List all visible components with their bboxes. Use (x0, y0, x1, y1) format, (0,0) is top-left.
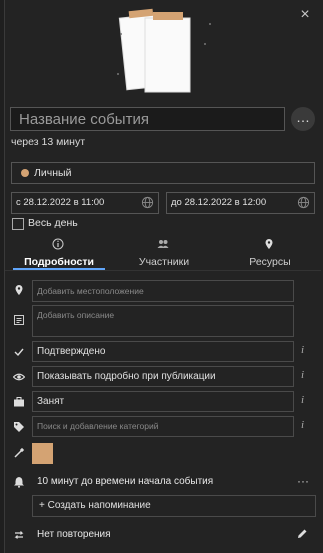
add-reminder-button[interactable]: + Создать напоминание (32, 495, 316, 517)
checkmark-icon (14, 348, 24, 357)
briefcase-icon (14, 397, 24, 407)
info-icon[interactable]: i (301, 344, 304, 356)
location-pin-icon (15, 285, 23, 295)
location-input[interactable]: Добавить местоположение (32, 280, 294, 302)
tag-icon (14, 422, 24, 432)
info-icon[interactable]: i (301, 394, 304, 406)
tabs-divider (5, 270, 321, 271)
end-datetime-text: до 28.12.2022 в 12:00 (171, 197, 267, 208)
globe-icon[interactable] (297, 196, 310, 209)
all-day-checkbox[interactable] (12, 218, 24, 230)
busy-status-select[interactable]: Занят (32, 391, 294, 412)
bell-icon (14, 477, 24, 488)
reminder-text: 10 минут до времени начала события (37, 476, 214, 487)
all-day-label: Весь день (28, 217, 78, 229)
repeat-text: Нет повторения (37, 529, 111, 540)
people-icon (157, 240, 169, 248)
tab-resources[interactable]: Ресурсы (224, 256, 316, 268)
calendar-name: Личный (34, 167, 72, 179)
description-input[interactable]: Добавить описание (32, 305, 294, 337)
visibility-select[interactable]: Показывать подробно при публикации (32, 366, 294, 387)
eyedropper-icon (14, 447, 25, 458)
start-datetime-text: с 28.12.2022 в 11:00 (16, 197, 105, 208)
globe-icon[interactable] (141, 196, 154, 209)
calendar-select[interactable]: Личный (11, 162, 315, 184)
time-until-text: через 13 минут (11, 136, 86, 148)
end-datetime-field[interactable]: до 28.12.2022 в 12:00 (166, 192, 315, 214)
pencil-icon[interactable] (296, 528, 308, 540)
start-datetime-field[interactable]: с 28.12.2022 в 11:00 (11, 192, 159, 214)
more-options-button[interactable]: … (291, 107, 315, 131)
status-select[interactable]: Подтверждено (32, 341, 294, 362)
tab-participants[interactable]: Участники (118, 256, 210, 268)
close-icon[interactable]: × (298, 7, 312, 23)
categories-input[interactable]: Поиск и добавление категорий (32, 416, 294, 437)
tab-details[interactable]: Подробности (13, 256, 105, 268)
location-pin-icon (265, 239, 273, 249)
color-swatch[interactable] (32, 443, 53, 464)
reminder-more-button[interactable]: ··· (297, 474, 309, 488)
info-icon[interactable]: i (301, 369, 304, 381)
clipboards-illustration (117, 8, 211, 93)
calendar-color-dot (21, 169, 29, 177)
repeat-icon (14, 531, 24, 539)
info-icon[interactable]: i (301, 419, 304, 431)
eye-icon (13, 373, 25, 381)
notes-icon (14, 315, 24, 325)
info-circle-icon (52, 238, 64, 250)
event-title-input[interactable]: Название события (10, 107, 285, 131)
